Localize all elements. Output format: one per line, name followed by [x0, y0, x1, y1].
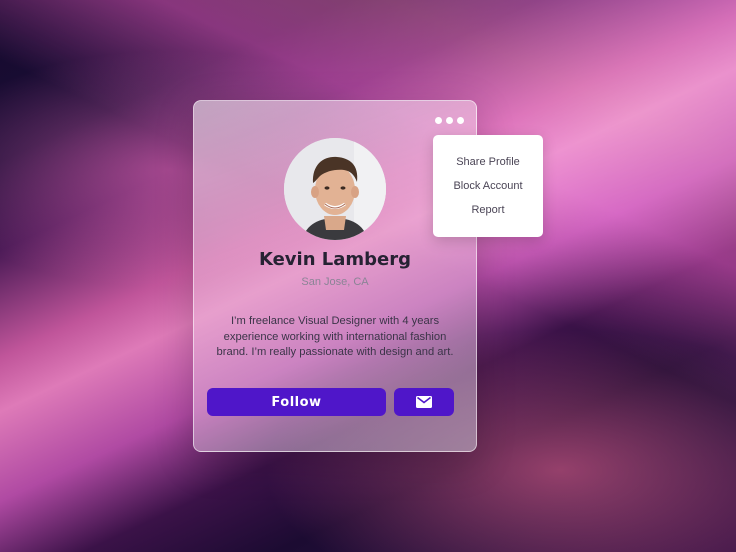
message-button[interactable] [394, 388, 454, 416]
menu-item-report[interactable]: Report [433, 198, 543, 222]
avatar [284, 138, 386, 240]
menu-item-share-profile[interactable]: Share Profile [433, 150, 543, 174]
follow-button[interactable]: Follow [207, 388, 386, 416]
dot-icon [446, 117, 453, 124]
profile-location: San Jose, CA [301, 276, 369, 288]
dot-icon [457, 117, 464, 124]
profile-options-menu: Share Profile Block Account Report [433, 135, 543, 237]
menu-item-block-account[interactable]: Block Account [433, 174, 543, 198]
more-options-button[interactable] [435, 117, 464, 124]
profile-name: Kevin Lamberg [258, 249, 412, 270]
dot-icon [435, 117, 442, 124]
profile-bio: I’m freelance Visual Designer with 4 yea… [216, 315, 454, 358]
mail-icon [416, 396, 432, 408]
profile-photo [284, 138, 386, 240]
